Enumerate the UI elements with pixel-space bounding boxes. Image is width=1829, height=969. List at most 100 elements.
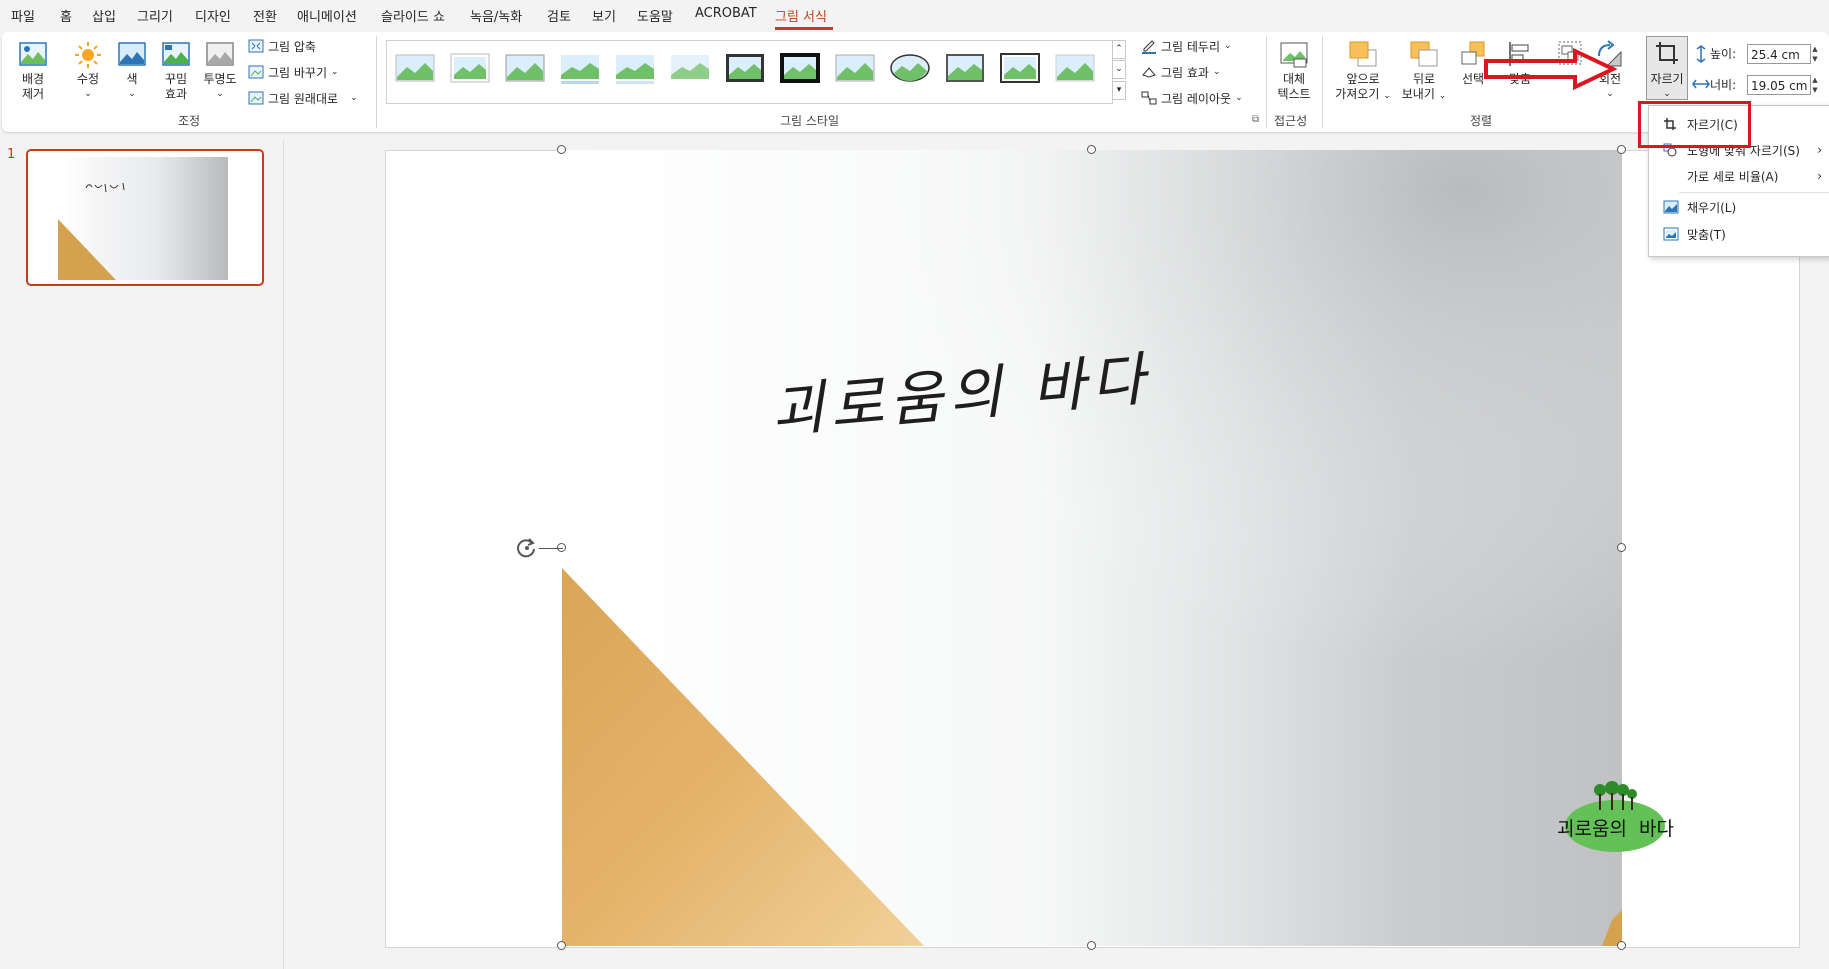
- group-divider: [1322, 36, 1323, 128]
- tab-insert[interactable]: 삽입: [92, 6, 116, 25]
- tab-slideshow[interactable]: 슬라이드 쇼: [381, 6, 445, 25]
- chevron-down-icon: ⌄: [128, 89, 136, 99]
- chevron-down-icon: ⌄: [331, 67, 339, 77]
- resize-handle-right[interactable]: [1617, 543, 1626, 552]
- tab-record[interactable]: 녹음/녹화: [470, 6, 522, 25]
- resize-handle-bottom-left[interactable]: [557, 941, 566, 950]
- menu-item-fit-label: 맞춤(T): [1687, 227, 1726, 242]
- send-backward-label-1: 뒤로: [1412, 72, 1436, 86]
- group-divider: [1266, 36, 1267, 128]
- artistic-effects-label-1: 꾸밈: [164, 72, 188, 86]
- style-thumb-10[interactable]: [890, 53, 930, 85]
- picture-styles-gallery: [386, 40, 1113, 104]
- compress-icon: [248, 39, 264, 53]
- chevron-down-icon: ⌄: [1235, 93, 1243, 103]
- style-thumb-3[interactable]: [505, 53, 545, 85]
- style-thumb-11[interactable]: [945, 53, 985, 85]
- chevron-down-icon: ⌄: [350, 93, 358, 103]
- selected-picture[interactable]: [562, 150, 1622, 946]
- chevron-down-icon: ⌄: [1224, 41, 1232, 51]
- style-thumb-13[interactable]: [1055, 53, 1095, 85]
- change-picture-label: 그림 바꾸기: [268, 65, 328, 80]
- compress-label: 그림 압축: [268, 39, 316, 54]
- style-thumb-4[interactable]: [560, 53, 600, 85]
- rotate-handle-icon[interactable]: [515, 536, 539, 560]
- tab-animations[interactable]: 애니메이션: [297, 6, 357, 25]
- menu-item-fill[interactable]: 채우기(L): [1649, 194, 1829, 220]
- tab-file[interactable]: 파일: [11, 6, 35, 25]
- height-label: 높이:: [1710, 47, 1737, 61]
- fit-icon: [1663, 227, 1679, 241]
- style-thumb-9[interactable]: [835, 53, 875, 85]
- style-thumb-2[interactable]: [450, 53, 490, 85]
- picture-layout-button[interactable]: 그림 레이아웃 ⌄: [1141, 89, 1243, 107]
- chevron-right-icon: ›: [1817, 169, 1822, 183]
- fill-icon: [1663, 200, 1679, 214]
- crop-icon: [1656, 42, 1678, 64]
- reset-picture-icon: [248, 91, 264, 105]
- style-thumb-12[interactable]: [1000, 53, 1040, 85]
- gallery-up-button[interactable]: ⌃: [1112, 40, 1126, 59]
- menu-bar: 파일 홈 삽입 그리기 디자인 전환 애니메이션 슬라이드 쇼 녹음/녹화 검토…: [0, 0, 1829, 30]
- tab-review[interactable]: 검토: [547, 6, 571, 25]
- menu-item-aspect-ratio-label: 가로 세로 비율(A): [1687, 169, 1779, 184]
- transparency-label: 투명도: [203, 72, 237, 86]
- remove-background-label-2: 제거: [21, 87, 45, 101]
- tab-transitions[interactable]: 전환: [253, 6, 277, 25]
- active-tab-indicator: [775, 27, 833, 30]
- tab-help[interactable]: 도움말: [637, 6, 673, 25]
- chevron-right-icon: ›: [1817, 143, 1822, 157]
- slide-thumbnail-1[interactable]: [26, 149, 264, 286]
- chevron-down-icon: ⌄: [216, 89, 224, 99]
- resize-handle-top[interactable]: [1087, 145, 1096, 154]
- gallery-scroll: ⌃ ⌄ ▾: [1112, 40, 1126, 102]
- height-spinner[interactable]: ▲ ▼: [1809, 44, 1821, 64]
- height-icon: [1696, 45, 1706, 63]
- resize-handle-bottom-right[interactable]: [1617, 941, 1626, 950]
- picture-effects-button[interactable]: 그림 효과 ⌄: [1141, 63, 1221, 81]
- tab-view[interactable]: 보기: [592, 6, 616, 25]
- style-thumb-7[interactable]: [725, 53, 765, 85]
- resize-handle-top-right[interactable]: [1617, 145, 1626, 154]
- accessibility-group-label: 접근성: [1274, 114, 1308, 128]
- color-label: 색: [126, 72, 138, 86]
- picture-border-button[interactable]: 그림 테두리 ⌄: [1141, 37, 1232, 55]
- highlight-box: [1638, 101, 1751, 148]
- photo-image: [562, 150, 1622, 946]
- alt-text-label-1: 대체: [1282, 72, 1306, 86]
- style-thumb-6[interactable]: [670, 53, 710, 85]
- tab-home[interactable]: 홈: [60, 6, 72, 25]
- layout-icon: [1141, 91, 1157, 105]
- tab-design[interactable]: 디자인: [195, 6, 231, 25]
- change-picture-icon: [248, 65, 264, 79]
- change-picture-button[interactable]: 그림 바꾸기 ⌄: [248, 63, 339, 81]
- remove-background-icon: [19, 42, 47, 66]
- adjust-group-label: 조정: [178, 114, 201, 128]
- artistic-effects-label-2: 효과: [164, 87, 188, 101]
- send-backward-icon: [1410, 41, 1438, 67]
- style-thumb-8[interactable]: [780, 53, 820, 85]
- resize-handle-top-left[interactable]: [557, 145, 566, 154]
- compress-pictures-button[interactable]: 그림 압축: [248, 37, 316, 55]
- tab-acrobat[interactable]: ACROBAT: [695, 6, 757, 21]
- width-label: 너비:: [1710, 78, 1737, 92]
- height-input[interactable]: 25.4 cm: [1747, 44, 1811, 64]
- menu-item-aspect-ratio[interactable]: 가로 세로 비율(A) ›: [1649, 163, 1829, 189]
- tab-picture-format[interactable]: 그림 서식: [775, 6, 827, 25]
- picture-layout-label: 그림 레이아웃: [1161, 91, 1232, 106]
- style-thumb-1[interactable]: [395, 53, 435, 85]
- artistic-effects-icon: [162, 42, 190, 66]
- width-icon: [1692, 79, 1710, 89]
- reset-picture-button[interactable]: 그림 원래대로 ⌄: [248, 89, 358, 107]
- tab-draw[interactable]: 그리기: [137, 6, 173, 25]
- width-spinner[interactable]: ▲ ▼: [1809, 75, 1821, 95]
- width-input[interactable]: 19.05 cm: [1747, 75, 1811, 95]
- menu-item-fit[interactable]: 맞춤(T): [1649, 221, 1829, 247]
- resize-handle-bottom[interactable]: [1087, 941, 1096, 950]
- transparency-icon: [206, 42, 234, 66]
- gallery-more-button[interactable]: ▾: [1112, 81, 1126, 100]
- gallery-down-button[interactable]: ⌄: [1112, 60, 1126, 79]
- alt-text-label-2: 텍스트: [1277, 87, 1311, 101]
- dialog-launcher-icon[interactable]: ⧉: [1252, 112, 1259, 127]
- style-thumb-5[interactable]: [615, 53, 655, 85]
